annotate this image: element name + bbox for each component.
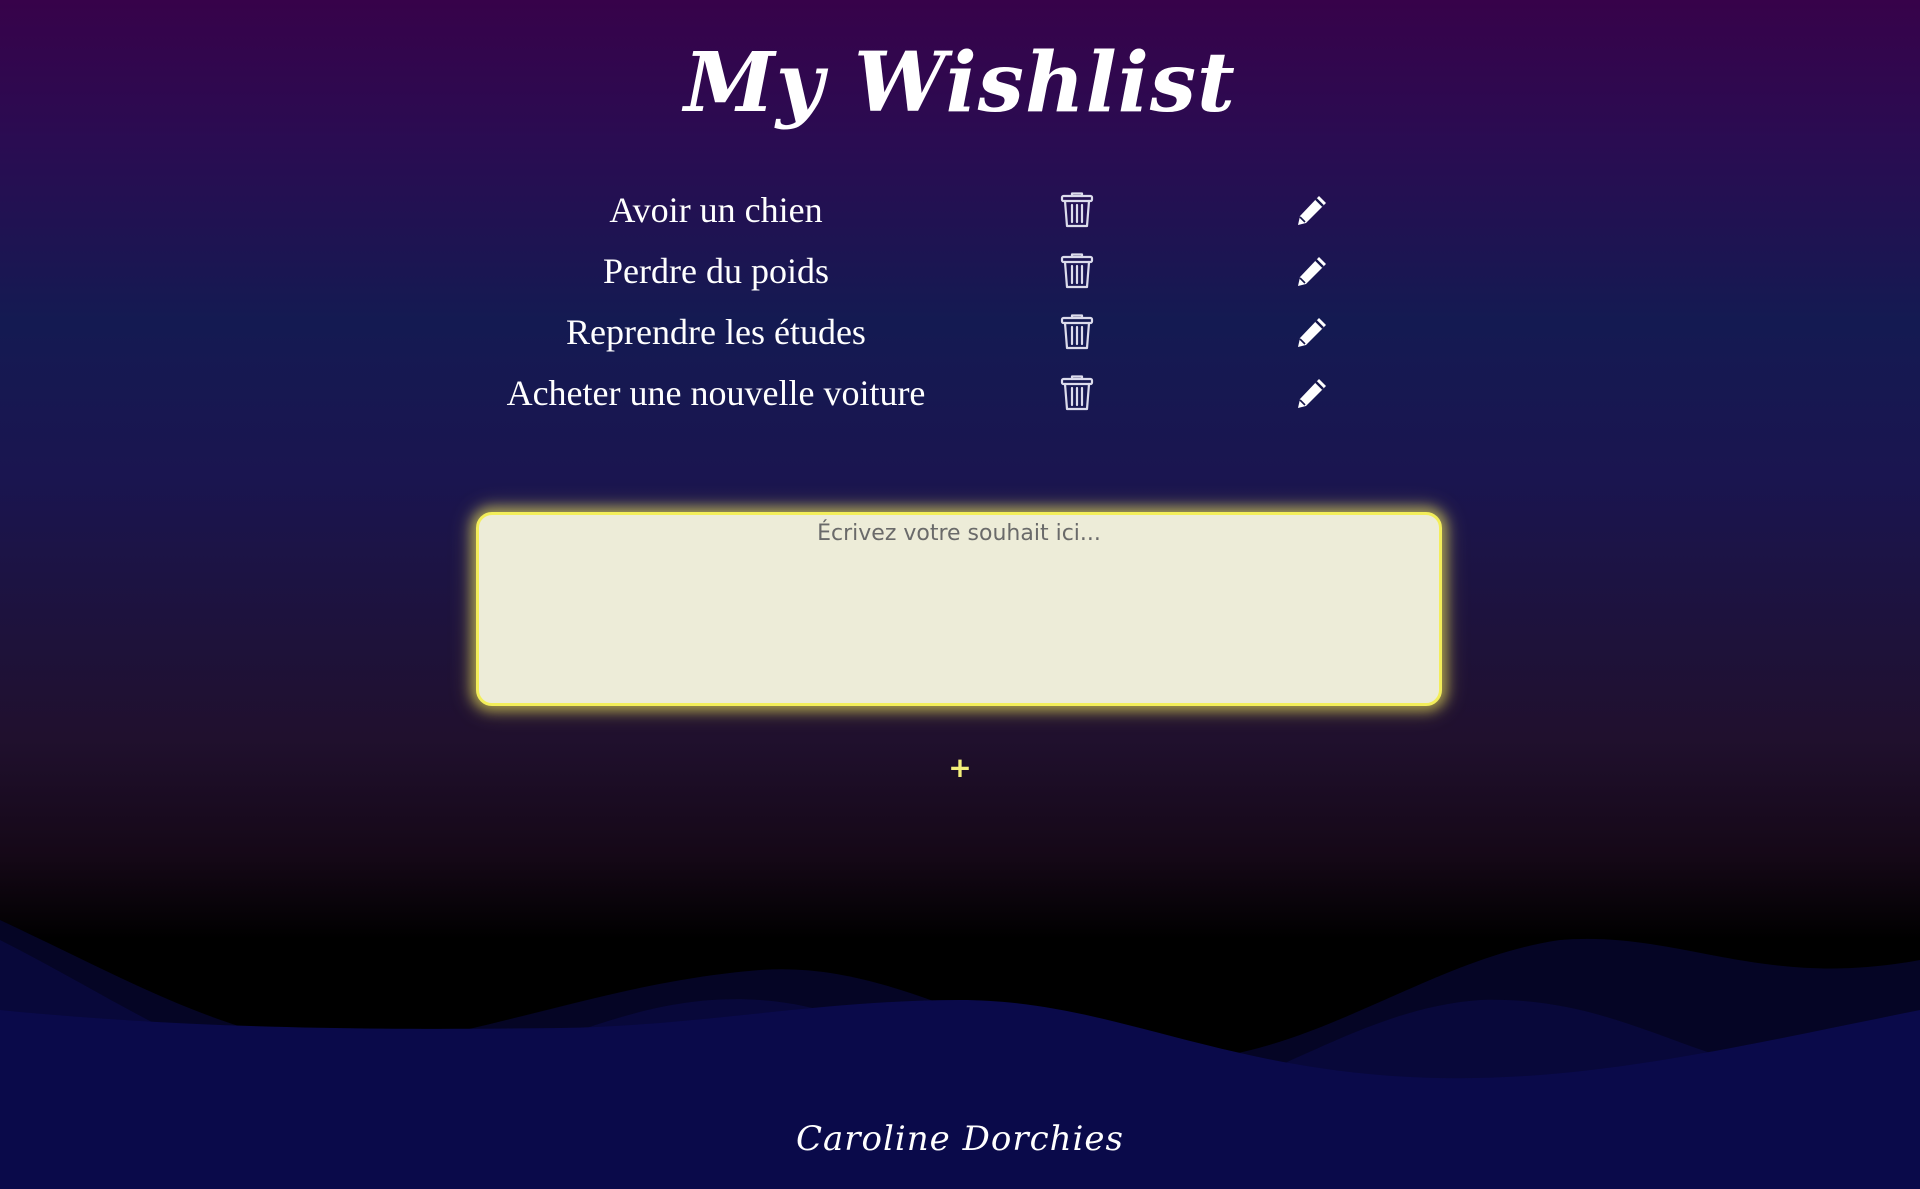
trash-icon [1060, 375, 1094, 411]
edit-button[interactable] [1290, 188, 1334, 232]
wish-text: Reprendre les études [566, 312, 866, 352]
list-item: Acheter une nouvelle voiture [0, 367, 1920, 428]
list-item: Perdre du poids [0, 245, 1920, 306]
signature: Caroline Dorchies [796, 1119, 1124, 1159]
list-item: Avoir un chien [0, 184, 1920, 245]
wish-text: Avoir un chien [609, 190, 823, 230]
pencil-icon [1298, 379, 1326, 408]
trash-icon [1060, 314, 1094, 350]
trash-icon [1060, 253, 1094, 289]
add-button[interactable]: + [940, 748, 980, 788]
wish-list: Avoir un chien Perdre du poids Reprendre… [0, 184, 1920, 428]
pencil-icon [1298, 257, 1326, 286]
edit-button[interactable] [1290, 371, 1334, 415]
edit-button[interactable] [1290, 310, 1334, 354]
trash-icon [1060, 192, 1094, 228]
wish-text: Perdre du poids [603, 251, 829, 291]
pencil-icon [1298, 196, 1326, 225]
delete-button[interactable] [1055, 371, 1099, 415]
delete-button[interactable] [1055, 249, 1099, 293]
delete-button[interactable] [1055, 188, 1099, 232]
edit-button[interactable] [1290, 249, 1334, 293]
page-title: My Wishlist [684, 35, 1236, 131]
wish-input[interactable] [476, 512, 1442, 706]
wish-input-container [476, 512, 1442, 706]
delete-button[interactable] [1055, 310, 1099, 354]
wish-text: Acheter une nouvelle voiture [506, 373, 926, 413]
list-item: Reprendre les études [0, 306, 1920, 367]
pencil-icon [1298, 318, 1326, 347]
